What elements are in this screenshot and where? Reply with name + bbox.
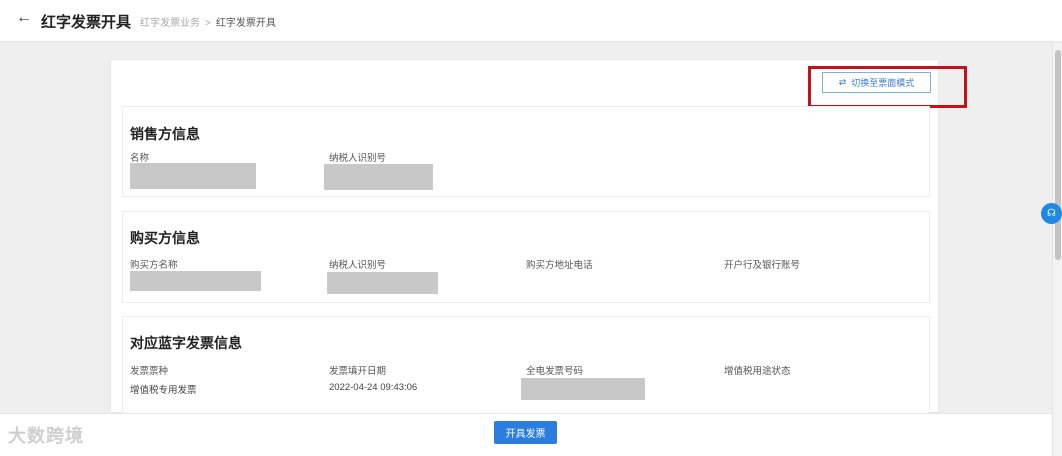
seller-taxid-value-redacted bbox=[324, 164, 433, 190]
buyer-name-value-redacted bbox=[130, 271, 261, 291]
seller-section-title: 销售方信息 bbox=[130, 126, 200, 142]
seller-name-value-redacted bbox=[130, 163, 256, 189]
seller-info-card: 销售方信息 名称 纳税人识别号 bbox=[122, 106, 930, 197]
invoice-type-value: 增值税专用发票 bbox=[130, 385, 197, 396]
buyer-address-phone-label: 购买方地址电话 bbox=[526, 260, 593, 271]
customer-service-headset-icon[interactable]: ☊ bbox=[1041, 203, 1062, 224]
vat-usage-status-label: 增值税用途状态 bbox=[724, 366, 791, 377]
breadcrumb-separator: > bbox=[205, 18, 211, 29]
breadcrumb-item-red-invoice-business[interactable]: 红字发票业务 bbox=[140, 18, 200, 29]
seller-taxid-label: 纳税人识别号 bbox=[329, 153, 387, 164]
invoice-date-value: 2022-04-24 09:43:06 bbox=[329, 382, 418, 393]
invoice-number-value-redacted bbox=[521, 378, 645, 400]
watermark-logo: 大数跨境 bbox=[8, 426, 84, 446]
invoice-number-label: 全电发票号码 bbox=[526, 366, 584, 377]
back-arrow-icon[interactable]: ← bbox=[16, 9, 32, 27]
highlight-annotation-box bbox=[808, 66, 967, 108]
page-title: 红字发票开具 bbox=[41, 14, 132, 31]
buyer-name-label: 购买方名称 bbox=[130, 260, 178, 271]
main-panel: ⇄ 切换至票面模式 销售方信息 名称 纳税人识别号 购买方信息 购买方名称 纳税… bbox=[110, 59, 967, 413]
breadcrumb: 红字发票业务 > 红字发票开具 bbox=[140, 14, 276, 29]
blue-invoice-info-card: 对应蓝字发票信息 发票票种 增值税专用发票 发票填开日期 2022-04-24 … bbox=[122, 316, 930, 413]
buyer-taxid-value-redacted bbox=[327, 272, 438, 294]
seller-name-label: 名称 bbox=[130, 153, 150, 164]
buyer-bank-account-label: 开户行及银行账号 bbox=[724, 260, 801, 271]
buyer-section-title: 购买方信息 bbox=[130, 230, 200, 246]
header: ← 红字发票开具 红字发票业务 > 红字发票开具 bbox=[0, 0, 1062, 42]
issue-invoice-button[interactable]: 开具发票 bbox=[494, 421, 557, 444]
invoice-date-label: 发票填开日期 bbox=[329, 366, 387, 377]
buyer-info-card: 购买方信息 购买方名称 纳税人识别号 购买方地址电话 开户行及银行账号 bbox=[122, 211, 930, 303]
breadcrumb-item-current: 红字发票开具 bbox=[215, 18, 276, 29]
bottom-action-bar: 开具发票 bbox=[0, 413, 1052, 456]
scrollbar-thumb[interactable] bbox=[1055, 50, 1061, 260]
buyer-taxid-label: 纳税人识别号 bbox=[329, 260, 387, 271]
invoice-type-label: 发票票种 bbox=[130, 366, 169, 377]
blue-invoice-section-title: 对应蓝字发票信息 bbox=[130, 335, 242, 351]
